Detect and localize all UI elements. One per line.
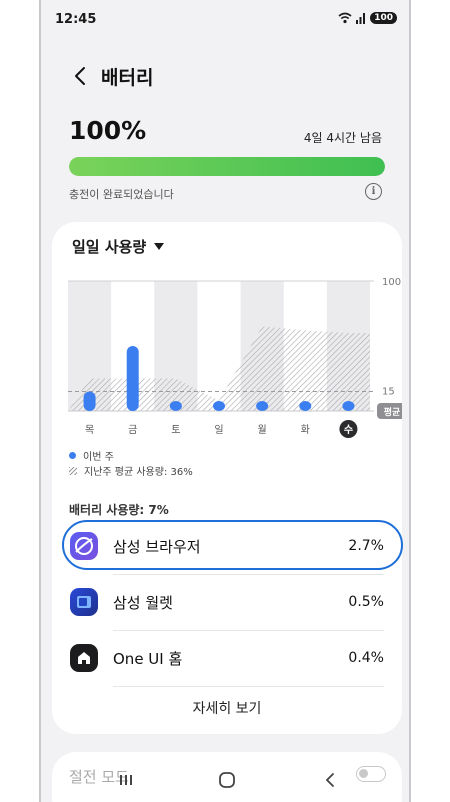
recents-button[interactable]: [111, 765, 141, 795]
app-row-one-ui-home[interactable]: One UI 홈 0.4%: [52, 632, 402, 684]
divider: [113, 686, 384, 687]
time-remaining: 4일 4시간 남음: [303, 131, 382, 145]
battery-percent: 100%: [69, 116, 147, 145]
wifi-icon: [338, 12, 352, 24]
dropdown-label: 일일 사용량: [72, 237, 147, 256]
status-icons: 100: [338, 12, 397, 24]
app-header: 배터리: [69, 62, 153, 90]
app-name: 삼성 브라우저: [113, 537, 201, 556]
app-percent: 0.5%: [348, 594, 384, 610]
home-icon: [70, 644, 98, 672]
chevron-left-icon: [75, 67, 85, 85]
caret-down-icon: [154, 242, 165, 250]
home-button[interactable]: [212, 765, 242, 795]
battery-usage-total: 배터리 사용량: 7%: [69, 503, 169, 517]
battery-level-bar: [69, 157, 385, 176]
divider: [113, 574, 384, 575]
divider: [113, 630, 384, 631]
legend-last-week: 지난주 평균 사용량: 36%: [69, 463, 193, 478]
back-nav-icon: [325, 773, 334, 787]
app-row-samsung-browser[interactable]: 삼성 브라우저 2.7%: [52, 520, 402, 572]
app-name: 삼성 월렛: [113, 593, 173, 612]
x-tick-label: 목: [85, 424, 94, 436]
recents-icon: [120, 775, 132, 785]
last-week-area: [68, 326, 370, 411]
x-tick-label: 토: [171, 425, 180, 436]
status-time: 12:45: [55, 12, 97, 27]
app-name: One UI 홈: [113, 649, 183, 668]
y-tick-label: 100: [382, 277, 401, 288]
app-percent: 2.7%: [348, 538, 384, 554]
legend-this-week-label: 이번 주: [83, 452, 114, 463]
phone-screen: 12:45 100 배터리 100% 4일 4시간 남음 충전이 완료되었습니다…: [39, 0, 411, 802]
app-row-samsung-wallet[interactable]: 삼성 월렛 0.5%: [52, 576, 402, 628]
page-title: 배터리: [101, 66, 154, 89]
blue-dot-icon: [69, 452, 76, 459]
hatch-icon: [69, 466, 77, 475]
app-percent: 0.4%: [348, 650, 384, 666]
usage-bar: [83, 391, 96, 411]
x-tick-label: 일: [214, 424, 223, 436]
usage-card: 일일 사용량 100 15 평균목 금 토 일 월 화 수 이번 주 지난주 평균 사용량: 3…: [52, 222, 403, 734]
charge-status-text: 충전이 완료되었습니다: [69, 188, 174, 201]
battery-icon: 100: [370, 12, 397, 24]
usage-bar: [213, 401, 225, 411]
battery-level-fill: [69, 157, 385, 176]
home-circle-icon: [219, 772, 235, 788]
legend-this-week: 이번 주: [69, 448, 193, 463]
x-tick-label: 금: [128, 424, 137, 436]
samsung-internet-icon: [70, 532, 98, 560]
usage-chart: 100 15 평균목 금 토 일 월 화 수: [68, 277, 402, 438]
usage-bar: [256, 401, 269, 411]
usage-bar: [169, 401, 182, 411]
usage-bar: [126, 346, 139, 411]
x-tick-label: 월: [258, 424, 267, 436]
status-bar: 12:45 100: [55, 12, 397, 30]
average-badge-label: 평균: [384, 406, 401, 418]
view-details-button[interactable]: 자세히 보기: [52, 698, 402, 718]
chart-legend: 이번 주 지난주 평균 사용량: 36%: [69, 448, 193, 478]
samsung-wallet-icon: [70, 588, 98, 616]
legend-last-week-label: 지난주 평균 사용량: 36%: [84, 467, 193, 478]
x-tick-label: 화: [301, 424, 310, 436]
navigation-bar: [41, 765, 409, 795]
back-button[interactable]: [69, 65, 91, 87]
y-tick-label: 15: [382, 387, 395, 398]
back-nav-button[interactable]: [315, 765, 345, 795]
signal-icon: [356, 13, 366, 24]
usage-bar: [342, 401, 355, 411]
usage-period-dropdown[interactable]: 일일 사용량: [72, 234, 165, 258]
info-icon[interactable]: i: [365, 183, 382, 200]
x-tick-label: 수: [344, 424, 353, 436]
usage-bar: [299, 401, 312, 411]
